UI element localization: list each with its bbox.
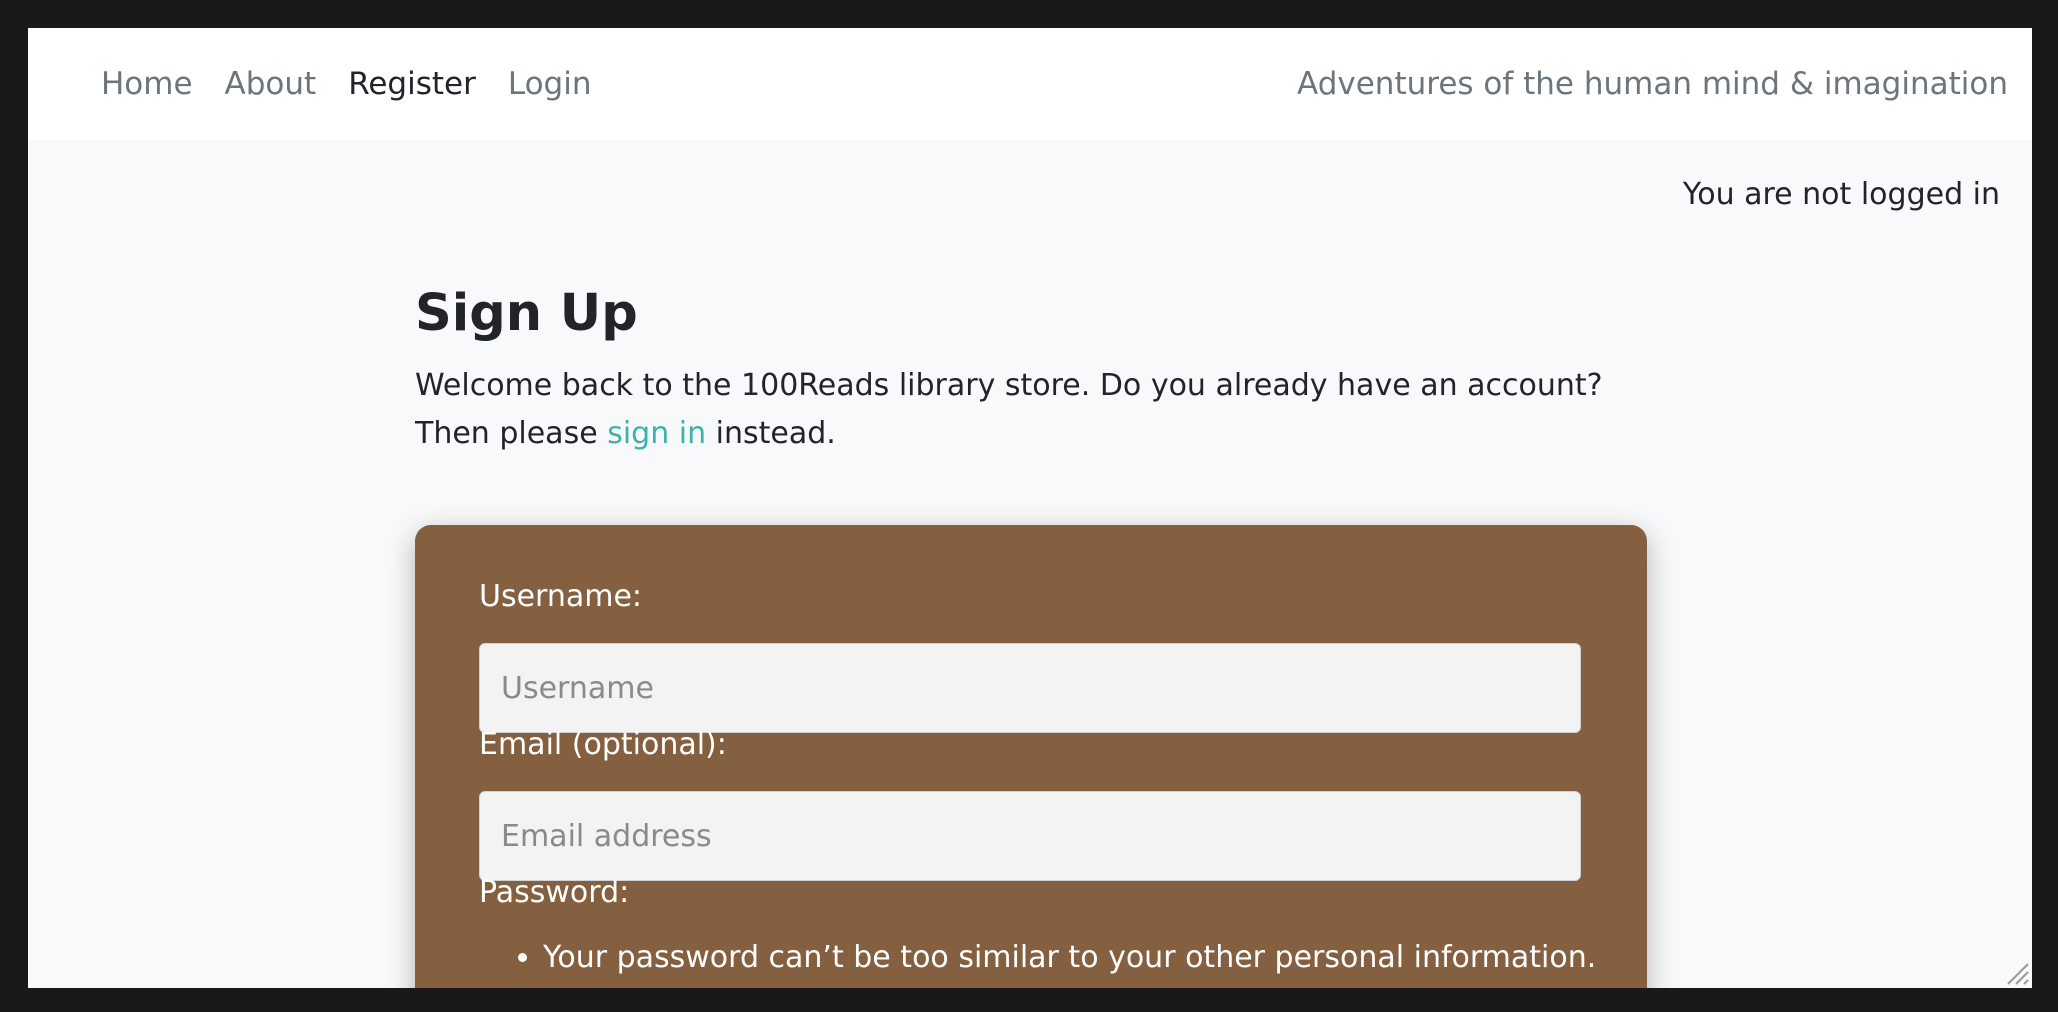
email-input[interactable] (479, 791, 1581, 881)
nav-links: Home About Register Login (101, 28, 623, 140)
password-help-list: Your password can’t be too similar to yo… (479, 934, 1596, 982)
browser-viewport: Home About Register Login Adventures of … (28, 28, 2032, 988)
main-content: Sign Up Welcome back to the 100Reads lib… (415, 283, 1650, 458)
intro-text-before: Welcome back to the 100Reads library sto… (415, 368, 1603, 452)
signup-form-card: Username: Email (optional): Password: Yo… (415, 525, 1647, 988)
nav-link-login[interactable]: Login (508, 66, 592, 102)
site-tagline: Adventures of the human mind & imaginati… (1297, 66, 2008, 102)
sign-in-link[interactable]: sign in (607, 416, 706, 451)
resize-grip-icon[interactable] (2004, 960, 2030, 986)
intro-text-after: instead. (706, 416, 836, 452)
page-title: Sign Up (415, 284, 638, 343)
nav-link-register[interactable]: Register (348, 66, 476, 102)
nav-link-home[interactable]: Home (101, 66, 193, 102)
navbar: Home About Register Login Adventures of … (28, 28, 2032, 140)
username-input[interactable] (479, 643, 1581, 733)
password-label: Password: (479, 875, 630, 910)
intro-paragraph: Welcome back to the 100Reads library sto… (415, 362, 1650, 458)
password-help-item: Your password can’t be too similar to yo… (543, 934, 1596, 982)
login-status: You are not logged in (1682, 177, 2000, 212)
nav-link-about[interactable]: About (225, 66, 317, 102)
email-label: Email (optional): (479, 727, 727, 762)
username-label: Username: (479, 579, 643, 614)
